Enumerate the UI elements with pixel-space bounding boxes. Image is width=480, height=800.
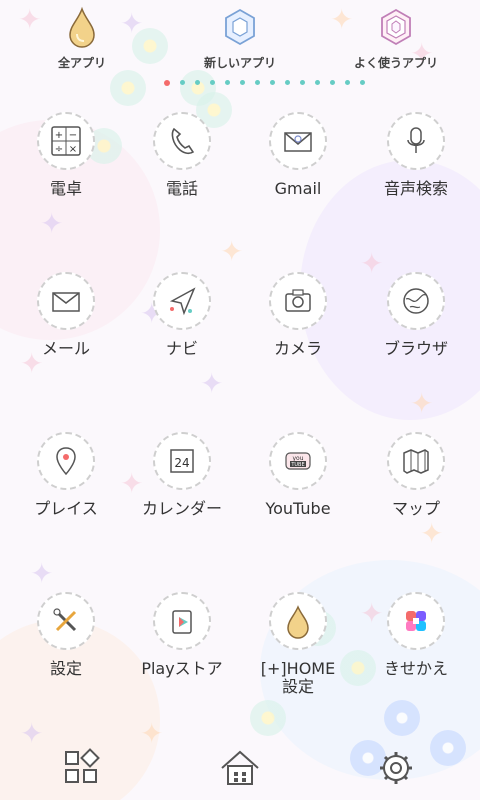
page-dot-active	[164, 80, 170, 86]
play-store-icon	[153, 592, 211, 650]
mail-envelope-icon	[269, 112, 327, 170]
widgets-icon	[65, 748, 100, 783]
app-browser[interactable]: ブラウザ	[356, 272, 476, 358]
gem-icon	[220, 6, 260, 50]
tab-label: よく使うアプリ	[353, 56, 438, 70]
widgets-button[interactable]	[60, 746, 108, 790]
app-tabs: 全アプリ 新しいアプリ よく使うアプリ	[0, 0, 480, 90]
app-theme[interactable]: きせかえ	[356, 592, 476, 678]
envelope-icon	[37, 272, 95, 330]
app-phone[interactable]: 電話	[122, 112, 242, 198]
bottom-dock	[0, 730, 480, 800]
page-indicator	[164, 80, 365, 86]
app-mail[interactable]: メール	[6, 272, 126, 358]
page-dot	[345, 80, 350, 85]
app-label: Playストア	[141, 659, 223, 678]
tab-new-apps[interactable]: 新しいアプリ	[180, 6, 300, 71]
page-dot	[180, 80, 185, 85]
app-label: きせかえ	[383, 659, 448, 678]
app-play-store[interactable]: Playストア	[122, 592, 242, 678]
app-gmail[interactable]: Gmail	[238, 112, 358, 198]
app-maps[interactable]: マップ	[356, 432, 476, 518]
star-decoration: ✦	[220, 235, 244, 268]
app-label: カメラ	[273, 339, 322, 358]
app-label: YouTube	[265, 499, 331, 518]
tab-label: 全アプリ	[57, 56, 106, 70]
tab-all-apps[interactable]: 全アプリ	[22, 6, 142, 71]
svg-text:−: −	[69, 130, 77, 141]
app-settings[interactable]: 設定	[6, 592, 126, 678]
app-label: プレイス	[34, 499, 98, 518]
navigation-arrow-icon	[153, 272, 211, 330]
svg-text:÷: ÷	[55, 144, 63, 155]
tab-label: 新しいアプリ	[203, 56, 276, 70]
page-dot	[285, 80, 290, 85]
home-icon	[221, 750, 259, 785]
phone-icon	[153, 112, 211, 170]
theme-icon	[387, 592, 445, 650]
page-dot	[360, 80, 365, 85]
page-dot	[255, 80, 260, 85]
page-dot	[195, 80, 200, 85]
app-label: 電話	[165, 179, 198, 198]
microphone-icon	[387, 112, 445, 170]
youtube-icon: you TUBE	[269, 432, 327, 490]
app-label: 電卓	[49, 179, 82, 198]
star-decoration: ✦	[200, 367, 224, 400]
app-label: 音声検索	[383, 179, 448, 198]
page-dot	[330, 80, 335, 85]
star-decoration: ✦	[30, 557, 54, 590]
svg-text:×: ×	[69, 144, 77, 155]
app-voice-search[interactable]: 音声検索	[356, 112, 476, 198]
app-label: カレンダー	[141, 499, 222, 518]
app-label: 設定	[49, 659, 82, 678]
svg-text:+: +	[55, 130, 63, 141]
home-button[interactable]	[216, 746, 264, 790]
drop-icon	[62, 6, 102, 50]
star-decoration: ✦	[40, 207, 64, 240]
tools-icon	[37, 592, 95, 650]
svg-text:24: 24	[174, 456, 189, 470]
app-label: メール	[41, 339, 90, 358]
app-calculator[interactable]: + − ÷ × 電卓	[6, 112, 126, 198]
drop-icon	[269, 592, 327, 650]
app-calendar[interactable]: 24 カレンダー	[122, 432, 242, 518]
folded-map-icon	[387, 432, 445, 490]
globe-icon	[387, 272, 445, 330]
star-decoration: ✦	[410, 387, 434, 420]
calendar-icon: 24	[153, 432, 211, 490]
page-dot	[225, 80, 230, 85]
app-label: [+]HOME 設定	[260, 659, 336, 696]
map-pin-icon	[37, 432, 95, 490]
gem-icon	[376, 6, 416, 50]
gear-icon	[380, 752, 412, 784]
app-places[interactable]: プレイス	[6, 432, 126, 518]
page-dot	[210, 80, 215, 85]
app-label: ナビ	[165, 339, 198, 358]
svg-text:TUBE: TUBE	[290, 462, 304, 468]
app-youtube[interactable]: you TUBE YouTube	[238, 432, 358, 518]
camera-icon	[269, 272, 327, 330]
app-label: マップ	[391, 499, 440, 518]
app-navi[interactable]: ナビ	[122, 272, 242, 358]
app-label: Gmail	[274, 179, 322, 198]
page-dot	[270, 80, 275, 85]
svg-text:you: you	[292, 455, 303, 462]
tab-frequent-apps[interactable]: よく使うアプリ	[336, 6, 456, 71]
page-dot	[300, 80, 305, 85]
calculator-icon: + − ÷ ×	[37, 112, 95, 170]
page-dot	[240, 80, 245, 85]
settings-button[interactable]	[372, 746, 420, 790]
app-label: ブラウザ	[383, 339, 448, 358]
star-decoration: ✦	[420, 517, 444, 550]
page-dot	[315, 80, 320, 85]
app-home-settings[interactable]: [+]HOME 設定	[238, 592, 358, 696]
app-camera[interactable]: カメラ	[238, 272, 358, 358]
